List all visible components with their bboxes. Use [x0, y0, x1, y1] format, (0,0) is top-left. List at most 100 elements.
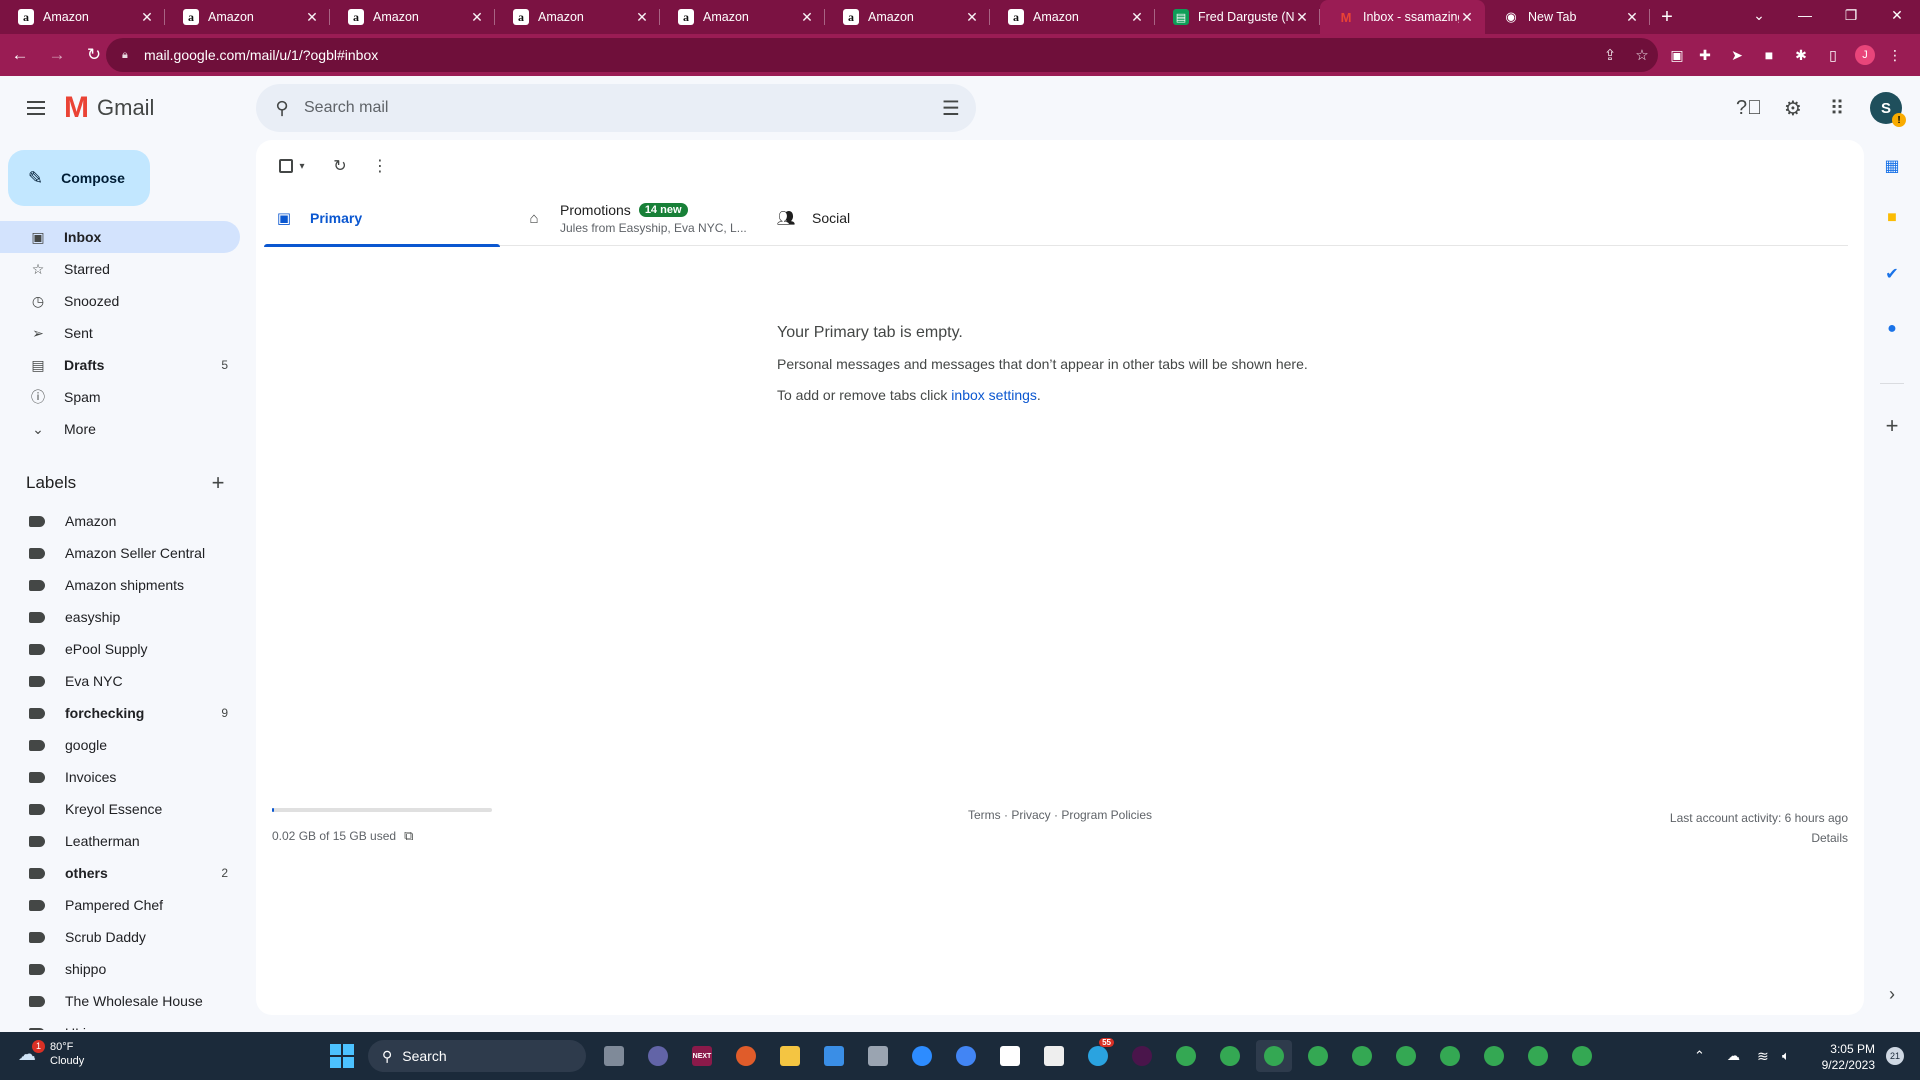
chrome-profile-icon[interactable]: [1564, 1040, 1600, 1072]
show-side-panel-chevron-icon[interactable]: ›: [1876, 978, 1908, 1010]
more-options-icon[interactable]: ⋮: [360, 152, 400, 180]
policy-links[interactable]: Terms · Privacy · Program Policies: [272, 808, 1848, 822]
next-app-icon[interactable]: NEXT: [684, 1040, 720, 1072]
extension-green-icon[interactable]: ■: [1757, 43, 1781, 67]
close-tab-icon[interactable]: ✕: [139, 9, 155, 26]
close-tab-icon[interactable]: ✕: [304, 9, 320, 26]
label-item[interactable]: The Wholesale House: [0, 985, 240, 1017]
chrome-profile-icon[interactable]: [1344, 1040, 1380, 1072]
bookmark-star-icon[interactable]: ☆: [1626, 46, 1658, 64]
chrome-profile-icon[interactable]: [1388, 1040, 1424, 1072]
extension-off-icon[interactable]: ▣: [1665, 43, 1689, 67]
zoom-icon[interactable]: [904, 1040, 940, 1072]
tab-primary[interactable]: ▣ Primary: [264, 190, 500, 247]
compose-button[interactable]: ✎ Compose: [8, 150, 150, 206]
get-addons-plus-icon[interactable]: +: [1876, 410, 1908, 442]
inbox-settings-link[interactable]: inbox settings: [951, 387, 1037, 403]
calculator-icon[interactable]: [860, 1040, 896, 1072]
stocks-icon[interactable]: [1036, 1040, 1072, 1072]
calendar-app-icon[interactable]: [816, 1040, 852, 1072]
search-input[interactable]: [304, 99, 926, 117]
weather-widget[interactable]: ☁ 1 80°F Cloudy: [18, 1039, 84, 1068]
calendar-icon[interactable]: ▦: [1876, 150, 1908, 182]
restore-button[interactable]: ❐: [1828, 0, 1874, 30]
gmail-logo[interactable]: M Gmail: [64, 93, 154, 123]
tasks-icon[interactable]: ✔: [1876, 258, 1908, 290]
volume-icon[interactable]: 🔈︎: [1782, 1032, 1790, 1080]
label-item[interactable]: google: [0, 729, 240, 761]
forward-button[interactable]: →: [40, 38, 74, 72]
close-tab-icon[interactable]: ✕: [1624, 9, 1640, 26]
wifi-icon[interactable]: ≋: [1757, 1032, 1769, 1080]
app-swirl-icon[interactable]: [728, 1040, 764, 1072]
minimize-button[interactable]: —: [1782, 0, 1828, 30]
refresh-icon[interactable]: ↻: [320, 152, 360, 180]
chrome-profile-icon[interactable]: [1432, 1040, 1468, 1072]
telegram-icon[interactable]: 55: [1080, 1038, 1116, 1072]
sidebar-item-spam[interactable]: ⓘ Spam: [0, 381, 240, 413]
news-icon[interactable]: [992, 1040, 1028, 1072]
sidebar-item-drafts[interactable]: ▤ Drafts 5: [0, 349, 240, 381]
chrome-profile-icon[interactable]: [1212, 1040, 1248, 1072]
sidebar-item-more[interactable]: ⌄ More: [0, 413, 240, 445]
tab-social[interactable]: 👥︎ Social: [776, 190, 850, 246]
browser-tab[interactable]: M Inbox - ssamazing ✕: [1320, 0, 1485, 34]
close-tab-icon[interactable]: ✕: [964, 9, 980, 26]
profile-avatar[interactable]: J: [1853, 43, 1877, 67]
browser-tab[interactable]: a Amazon ✕: [330, 0, 495, 34]
site-info-icon[interactable]: 🔒︎: [122, 49, 144, 62]
browser-tab[interactable]: a Amazon ✕: [0, 0, 165, 34]
browser-tab[interactable]: ◉ New Tab ✕: [1485, 0, 1650, 34]
tab-promotions[interactable]: ⌂ Promotions 14 new Jules from Easyship,…: [524, 190, 750, 246]
back-button[interactable]: ←: [3, 38, 37, 72]
extension-arrow-icon[interactable]: ➤: [1725, 43, 1749, 67]
label-item[interactable]: Invoices: [0, 761, 240, 793]
close-tab-icon[interactable]: ✕: [1459, 9, 1475, 26]
extension-icon[interactable]: ✚: [1693, 43, 1717, 67]
sidebar-item-starred[interactable]: ☆ Starred: [0, 253, 240, 285]
side-panel-icon[interactable]: ▯: [1821, 43, 1845, 67]
label-item[interactable]: others 2: [0, 857, 240, 889]
label-item[interactable]: easyship: [0, 601, 240, 633]
close-tab-icon[interactable]: ✕: [799, 9, 815, 26]
label-item[interactable]: Leatherman: [0, 825, 240, 857]
keep-icon[interactable]: ■: [1876, 202, 1908, 234]
contacts-icon[interactable]: ●: [1876, 313, 1908, 345]
close-tab-icon[interactable]: ✕: [1129, 9, 1145, 26]
label-item[interactable]: Amazon Seller Central: [0, 537, 240, 569]
clock[interactable]: 3:05 PM 9/22/2023: [1795, 1041, 1875, 1073]
chrome-profile-icon[interactable]: [1520, 1040, 1556, 1072]
search-options-icon[interactable]: ☰: [926, 96, 976, 121]
browser-tab[interactable]: a Amazon ✕: [990, 0, 1155, 34]
label-item[interactable]: Kreyol Essence: [0, 793, 240, 825]
close-tab-icon[interactable]: ✕: [1294, 9, 1310, 26]
browser-tab[interactable]: ▤ Fred Darguste (NE ✕: [1155, 0, 1320, 34]
label-item[interactable]: shippo: [0, 953, 240, 985]
close-tab-icon[interactable]: ✕: [634, 9, 650, 26]
search-icon[interactable]: ⚲: [260, 98, 304, 119]
select-all-checkbox[interactable]: [272, 152, 294, 180]
windows-start-icon[interactable]: [330, 1044, 354, 1068]
activity-details-link[interactable]: Details: [1670, 828, 1848, 848]
label-item[interactable]: ePool Supply: [0, 633, 240, 665]
browser-menu-icon[interactable]: ⋮: [1883, 43, 1907, 67]
teams-chat-icon[interactable]: [640, 1040, 676, 1072]
browser-tab[interactable]: a Amazon ✕: [660, 0, 825, 34]
browser-tab[interactable]: a Amazon ✕: [825, 0, 990, 34]
settings-gear-icon[interactable]: ⚙: [1775, 90, 1811, 126]
create-label-plus-icon[interactable]: +: [204, 470, 232, 496]
label-item[interactable]: Eva NYC: [0, 665, 240, 697]
sidebar-item-inbox[interactable]: ▣ Inbox: [0, 221, 240, 253]
chrome-profile-icon[interactable]: [1476, 1040, 1512, 1072]
slack-icon[interactable]: [1124, 1040, 1160, 1072]
chrome-profile-icon[interactable]: [1256, 1040, 1292, 1072]
help-icon[interactable]: ?⃝: [1731, 90, 1767, 126]
sidebar-item-sent[interactable]: ➢ Sent: [0, 317, 240, 349]
onedrive-icon[interactable]: ☁: [1727, 1032, 1740, 1080]
label-item[interactable]: Scrub Daddy: [0, 921, 240, 953]
label-item[interactable]: Pampered Chef: [0, 889, 240, 921]
notification-count-badge[interactable]: 21: [1886, 1047, 1904, 1065]
close-window-button[interactable]: ✕: [1874, 0, 1920, 30]
chrome-profile-icon[interactable]: [1300, 1040, 1336, 1072]
show-hidden-icons-chevron-icon[interactable]: ⌃: [1694, 1032, 1705, 1080]
